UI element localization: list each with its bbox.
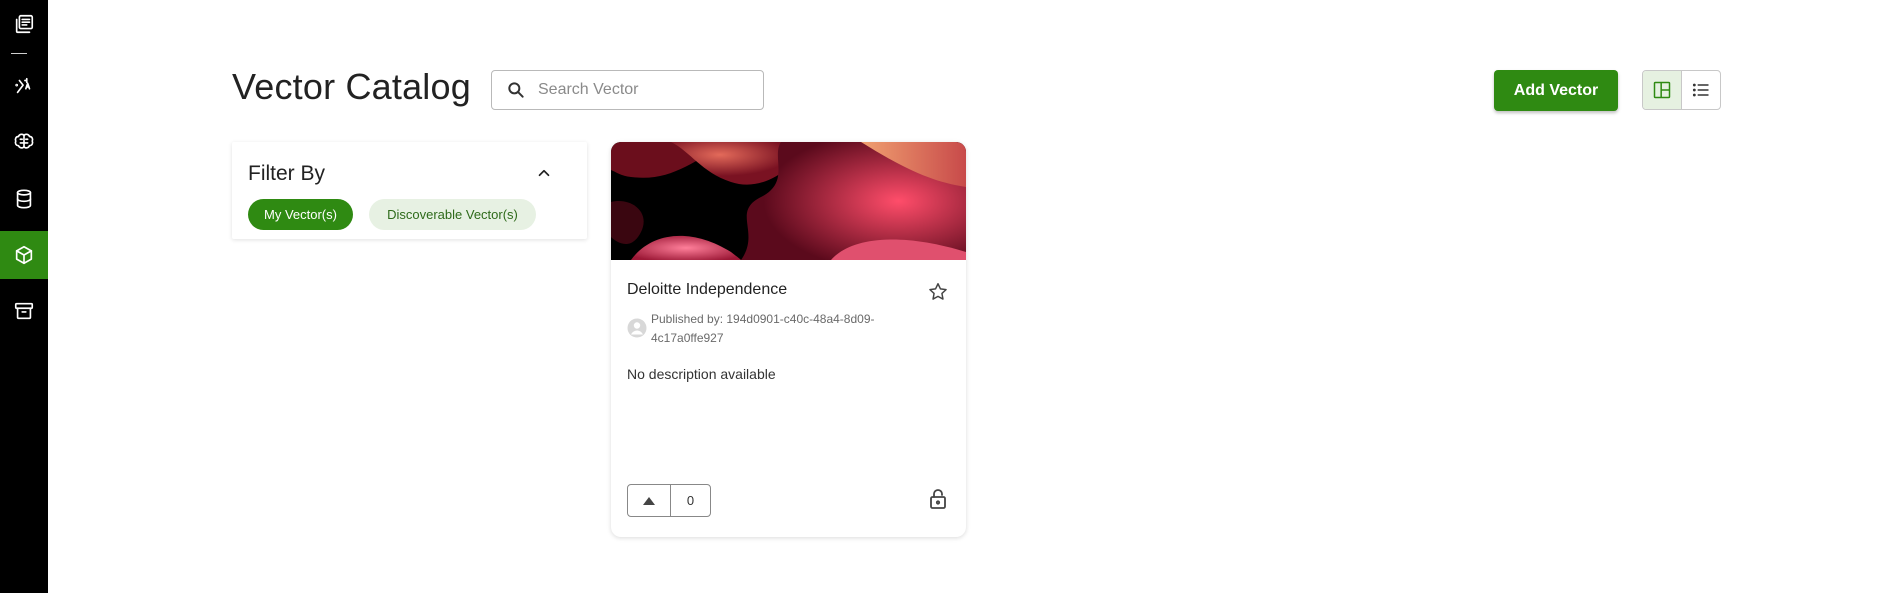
card-title[interactable]: Deloitte Independence xyxy=(627,281,787,299)
view-toggle xyxy=(1642,70,1721,110)
cube-icon xyxy=(15,245,33,265)
caret-up-icon xyxy=(643,496,655,505)
filter-panel: Filter By My Vector(s) Discoverable Vect… xyxy=(232,142,587,239)
vector-card[interactable]: Deloitte Independence Published by: 194d… xyxy=(611,142,966,537)
access-lock-button[interactable] xyxy=(927,487,949,511)
archive-icon xyxy=(14,302,34,320)
lock-icon xyxy=(930,489,946,509)
upvote-button[interactable] xyxy=(628,485,671,516)
search-input[interactable] xyxy=(538,81,748,99)
sidebar xyxy=(0,0,48,593)
favorite-button[interactable] xyxy=(927,281,949,303)
search-box xyxy=(491,70,764,110)
search-icon xyxy=(508,82,524,98)
star-icon xyxy=(929,283,947,300)
collapse-filter-button[interactable] xyxy=(535,164,553,182)
card-cover-image xyxy=(611,142,966,260)
chip-discoverable-vectors[interactable]: Discoverable Vector(s) xyxy=(369,199,536,230)
list-view-button[interactable] xyxy=(1682,71,1721,109)
sidebar-item-library[interactable] xyxy=(0,0,48,48)
sidebar-item-models[interactable] xyxy=(0,118,48,166)
vote-count: 0 xyxy=(686,493,695,508)
list-view-icon xyxy=(1692,83,1709,97)
sidebar-item-database[interactable] xyxy=(0,175,48,223)
user-avatar-icon xyxy=(627,318,647,338)
published-by: Published by: 194d0901-c40c-48a4-8d09-4c… xyxy=(651,312,875,345)
sidebar-item-archive[interactable] xyxy=(0,287,48,335)
chevron-up-icon xyxy=(538,169,550,177)
grid-view-icon xyxy=(1653,81,1670,99)
page-title: Vector Catalog xyxy=(232,66,471,107)
add-vector-button[interactable]: Add Vector xyxy=(1494,70,1618,111)
sidebar-divider xyxy=(11,53,27,54)
sidebar-item-prompt[interactable] xyxy=(0,62,48,110)
library-icon xyxy=(15,14,34,34)
vote-control: 0 xyxy=(627,484,711,517)
sidebar-item-vectors[interactable] xyxy=(0,231,48,279)
brain-icon xyxy=(14,133,34,149)
grid-view-button[interactable] xyxy=(1643,71,1682,109)
card-description: No description available xyxy=(627,366,776,382)
chip-my-vectors[interactable]: My Vector(s) xyxy=(248,199,353,230)
prompt-icon xyxy=(15,77,31,94)
database-icon xyxy=(16,189,32,209)
filter-title: Filter By xyxy=(248,162,326,185)
